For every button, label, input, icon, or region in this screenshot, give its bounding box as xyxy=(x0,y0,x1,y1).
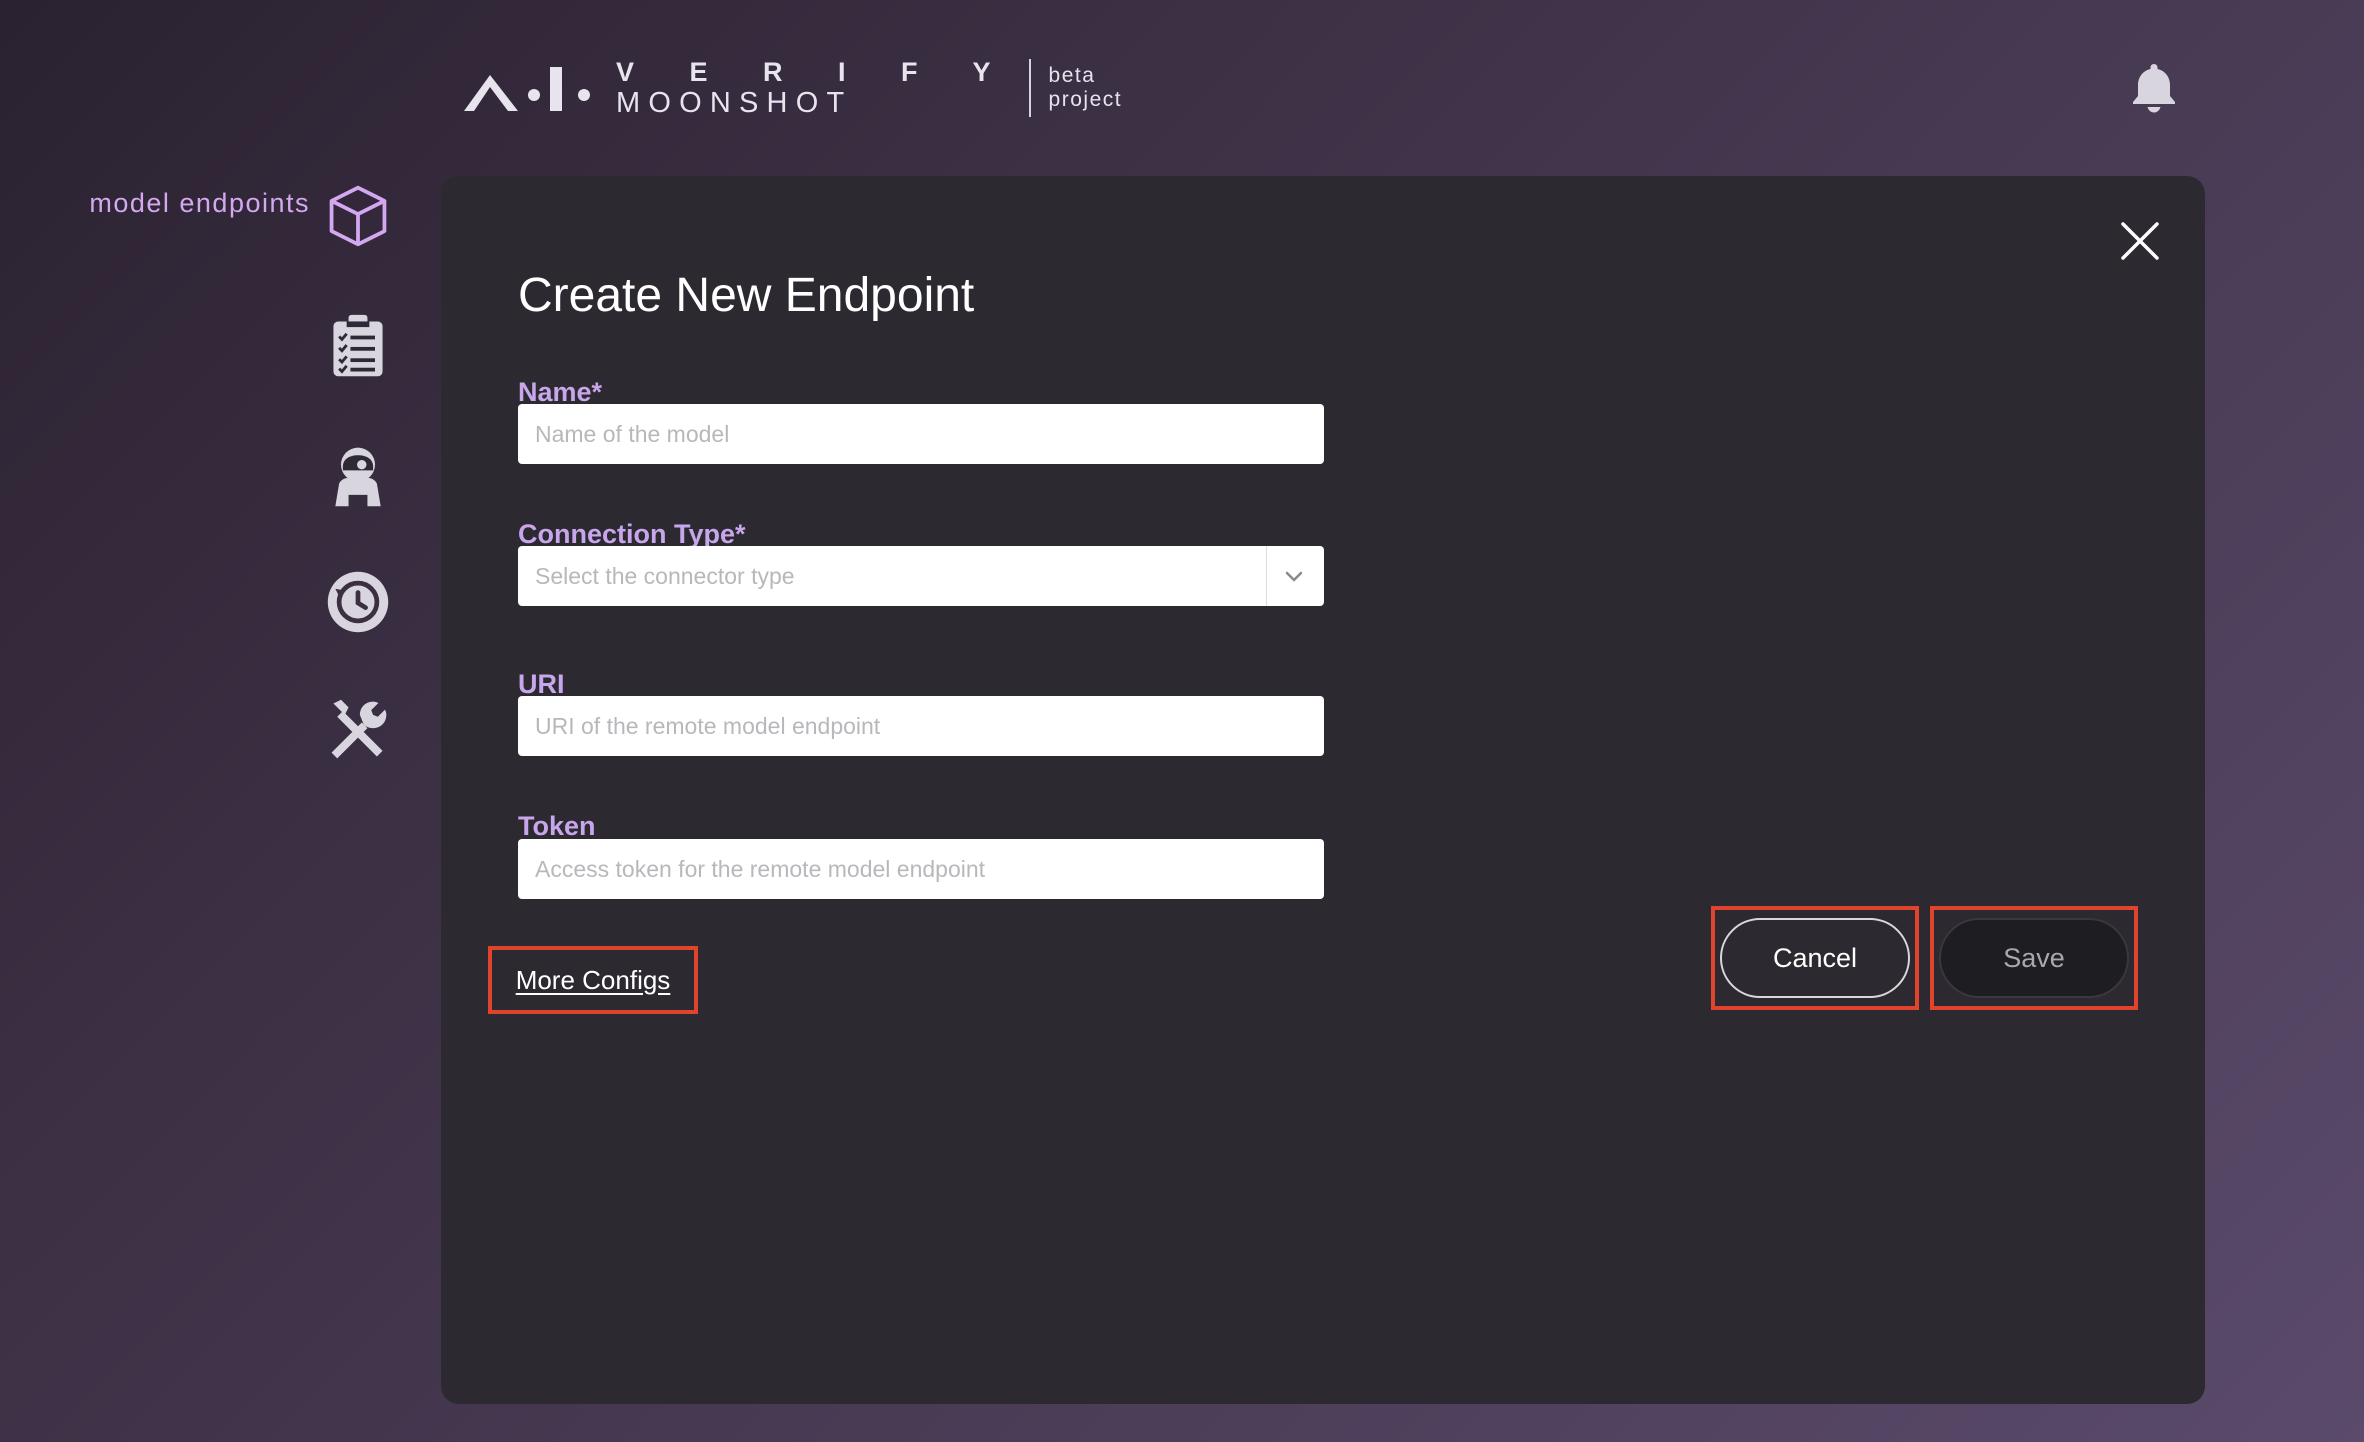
select-divider xyxy=(1266,546,1267,606)
sidebar-item-utilities[interactable] xyxy=(322,694,394,766)
save-button-frame: Save xyxy=(1930,906,2138,1010)
logo-moonshot-text: MOONSHOT xyxy=(616,87,853,119)
token-input[interactable] xyxy=(518,839,1324,899)
uri-input[interactable] xyxy=(518,696,1324,756)
sidebar-active-label: model endpoints xyxy=(89,188,310,218)
logo-mark-icon xyxy=(464,67,590,111)
connection-type-placeholder: Select the connector type xyxy=(535,563,795,589)
create-endpoint-modal: Create New Endpoint Name* Connection Typ… xyxy=(441,176,2205,1404)
close-icon[interactable] xyxy=(2117,218,2163,264)
token-label: Token xyxy=(518,811,596,841)
clipboard-checklist-icon xyxy=(333,314,383,377)
sidebar-item-red-teaming[interactable] xyxy=(322,440,394,512)
chevron-down-icon[interactable] xyxy=(1282,564,1306,588)
tools-icon xyxy=(331,699,387,759)
logo-wordmark: V E R I F Y MOONSHOT xyxy=(616,57,1015,119)
history-clock-icon xyxy=(327,571,389,633)
name-input[interactable] xyxy=(518,404,1324,464)
logo-beta-tag: beta project xyxy=(1049,64,1123,112)
logo-tag-line2: project xyxy=(1048,88,1123,111)
logo-divider xyxy=(1028,59,1031,117)
sidebar-item-model-endpoints[interactable] xyxy=(322,180,394,252)
save-button[interactable]: Save xyxy=(1939,918,2129,998)
cancel-button[interactable]: Cancel xyxy=(1720,918,1910,998)
sidebar-item-history[interactable] xyxy=(322,566,394,638)
sidebar-item-benchmarks[interactable] xyxy=(322,310,394,382)
modal-title: Create New Endpoint xyxy=(518,269,975,322)
more-configs-link[interactable]: More Configs xyxy=(488,946,698,1014)
logo-tag-line1: beta xyxy=(1048,64,1096,87)
connection-type-select[interactable]: Select the connector type xyxy=(518,546,1324,606)
more-configs-label: More Configs xyxy=(515,964,671,995)
cube-icon xyxy=(329,185,387,247)
app-logo: V E R I F Y MOONSHOT beta project xyxy=(460,56,1122,120)
cancel-button-frame: Cancel xyxy=(1711,906,1919,1010)
astronaut-icon xyxy=(335,447,381,507)
bell-icon[interactable] xyxy=(2128,60,2180,114)
logo-verify-text: V E R I F Y xyxy=(616,57,1015,87)
